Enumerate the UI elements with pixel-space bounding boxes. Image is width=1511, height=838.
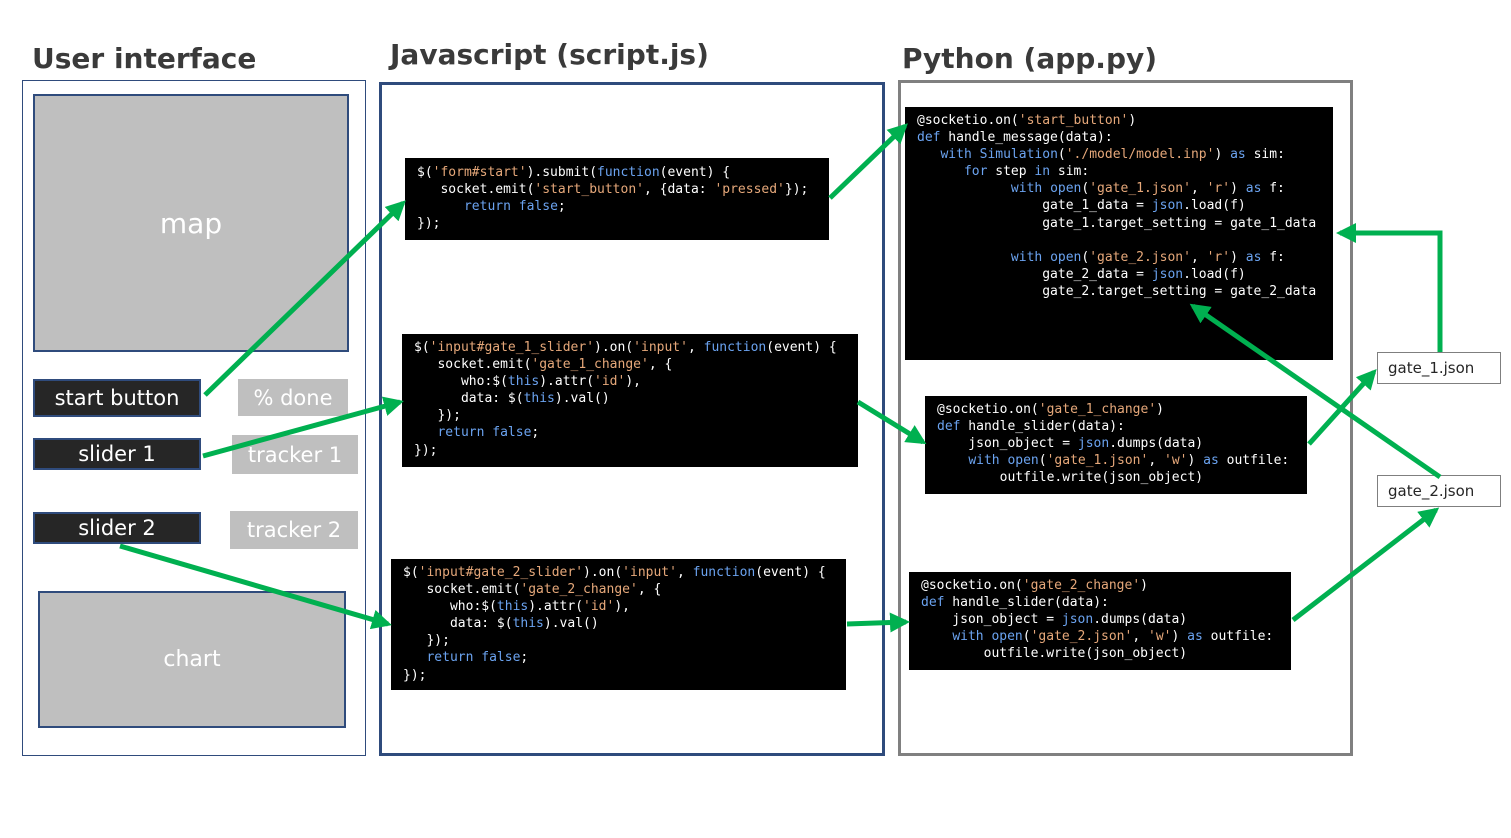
arrow-slider2-to-js — [119, 543, 392, 630]
arrow-start-to-js — [203, 200, 406, 397]
arrow-file1-to-py — [1336, 223, 1443, 352]
arrow-js-gate2-to-py — [846, 612, 910, 633]
arrow-js-start-to-py — [828, 123, 908, 200]
arrow-slider1-to-js — [202, 396, 404, 459]
flow-arrows — [119, 123, 1443, 633]
arrow-py-gate2-to-file — [1291, 507, 1440, 622]
arrow-js-gate1-to-py — [856, 399, 927, 445]
arrow-file2-to-py — [1189, 303, 1442, 480]
